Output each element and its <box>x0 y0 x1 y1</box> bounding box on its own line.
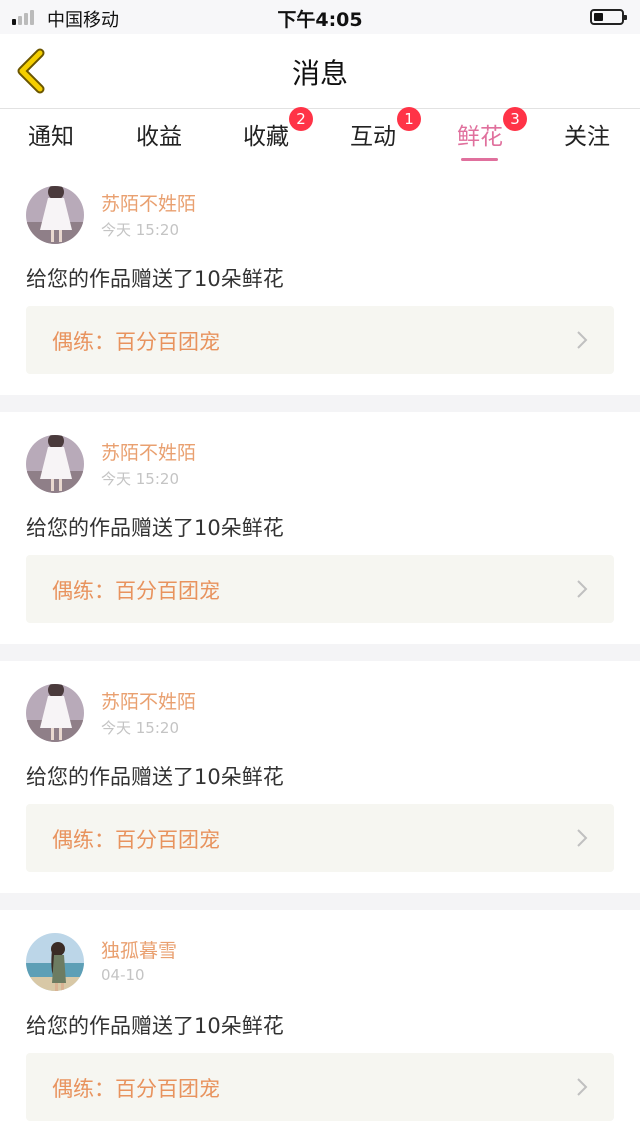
chevron-right-icon <box>577 580 588 598</box>
tab-following[interactable]: 关注 <box>547 117 627 151</box>
message-card[interactable]: 苏陌不姓陌 今天 15:20 给您的作品赠送了10朵鲜花 偶练：百分百团宠 <box>0 412 640 644</box>
work-title: 偶练：百分百团宠 <box>52 828 220 852</box>
message-card[interactable]: 独孤暮雪 04-10 给您的作品赠送了10朵鲜花 偶练：百分百团宠 <box>0 910 640 1142</box>
tab-label: 收益 <box>136 124 182 150</box>
work-link[interactable]: 偶练：百分百团宠 <box>26 306 614 374</box>
tab-label: 通知 <box>28 124 74 150</box>
message-text: 给您的作品赠送了10朵鲜花 <box>26 765 284 789</box>
divider <box>0 395 640 412</box>
avatar[interactable] <box>26 435 84 493</box>
tab-favorites[interactable]: 收藏 2 <box>226 107 313 151</box>
tab-label: 收藏 <box>243 124 289 150</box>
username[interactable]: 苏陌不姓陌 <box>101 438 196 465</box>
message-text: 给您的作品赠送了10朵鲜花 <box>26 267 284 291</box>
username[interactable]: 独孤暮雪 <box>101 936 177 963</box>
tab-earnings[interactable]: 收益 <box>119 117 199 151</box>
message-text: 给您的作品赠送了10朵鲜花 <box>26 1014 284 1038</box>
tab-label: 关注 <box>564 124 610 150</box>
work-link[interactable]: 偶练：百分百团宠 <box>26 555 614 623</box>
work-link[interactable]: 偶练：百分百团宠 <box>26 1053 614 1121</box>
chevron-right-icon <box>577 829 588 847</box>
tab-flowers[interactable]: 鲜花 3 <box>440 107 527 161</box>
chevron-right-icon <box>577 1078 588 1096</box>
divider <box>0 893 640 910</box>
unread-badge: 2 <box>289 107 313 131</box>
tab-notice[interactable]: 通知 <box>11 117 91 151</box>
message-card[interactable]: 苏陌不姓陌 今天 15:20 给您的作品赠送了10朵鲜花 偶练：百分百团宠 <box>0 661 640 893</box>
nav-bar: 消息 <box>0 34 640 109</box>
avatar[interactable] <box>26 186 84 244</box>
status-bar: 中国移动 下午4:05 <box>0 0 640 34</box>
message-time: 04-10 <box>101 966 145 984</box>
tab-label: 鲜花 <box>457 124 503 150</box>
message-time: 今天 15:20 <box>101 470 179 488</box>
tab-label: 互动 <box>350 124 396 150</box>
message-text: 给您的作品赠送了10朵鲜花 <box>26 516 284 540</box>
username[interactable]: 苏陌不姓陌 <box>101 687 196 714</box>
tab-bar: 通知 收益 收藏 2 互动 1 鲜花 3 关注 <box>0 107 640 161</box>
unread-badge: 1 <box>397 107 421 131</box>
divider <box>0 644 640 661</box>
username[interactable]: 苏陌不姓陌 <box>101 189 196 216</box>
avatar[interactable] <box>26 684 84 742</box>
avatar[interactable] <box>26 933 84 991</box>
status-time: 下午4:05 <box>277 9 363 31</box>
tab-interactions[interactable]: 互动 1 <box>333 107 421 151</box>
unread-badge: 3 <box>503 107 527 131</box>
page-title: 消息 <box>291 57 348 90</box>
work-title: 偶练：百分百团宠 <box>52 1077 220 1101</box>
message-card[interactable]: 苏陌不姓陌 今天 15:20 给您的作品赠送了10朵鲜花 偶练：百分百团宠 <box>0 163 640 395</box>
work-link[interactable]: 偶练：百分百团宠 <box>26 804 614 872</box>
battery-icon <box>590 9 627 25</box>
message-time: 今天 15:20 <box>101 719 179 737</box>
active-tab-indicator <box>461 158 498 161</box>
message-time: 今天 15:20 <box>101 221 179 239</box>
chevron-right-icon <box>577 331 588 349</box>
work-title: 偶练：百分百团宠 <box>52 330 220 354</box>
work-title: 偶练：百分百团宠 <box>52 579 220 603</box>
